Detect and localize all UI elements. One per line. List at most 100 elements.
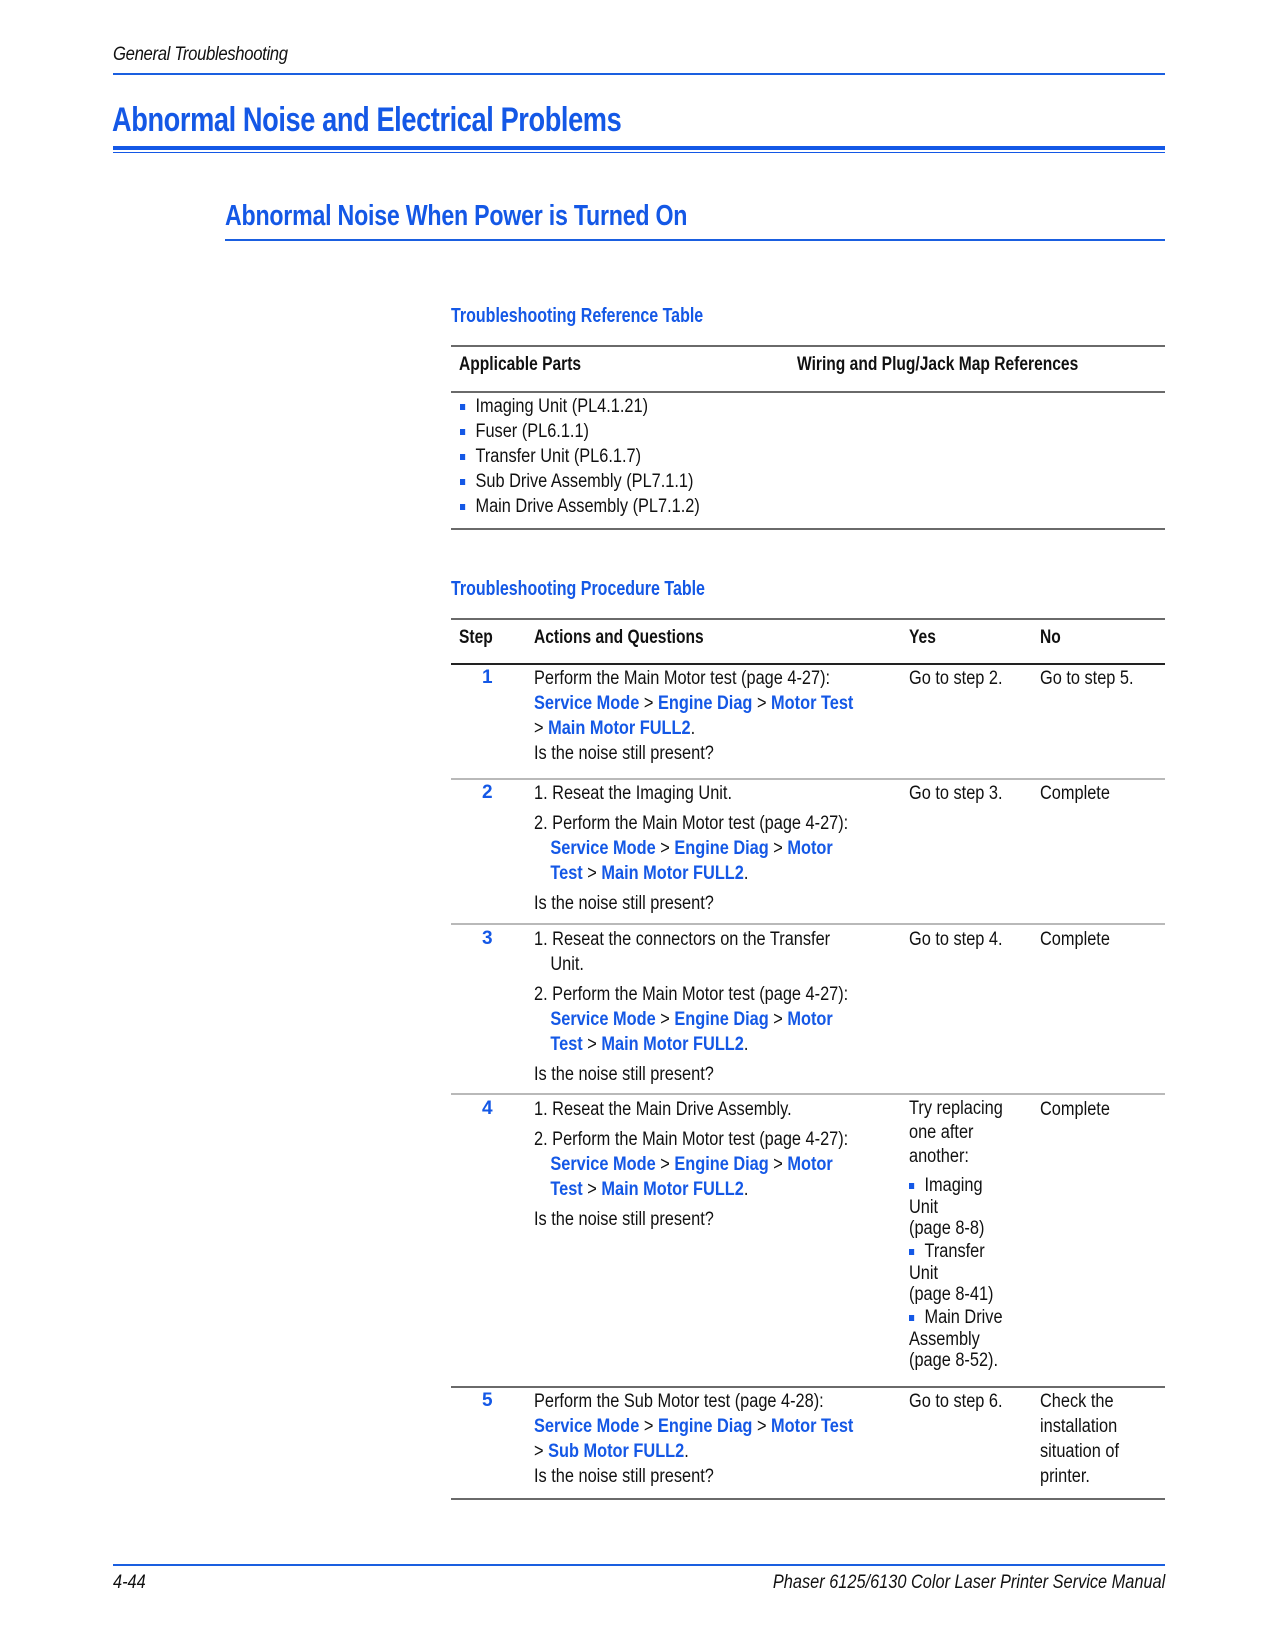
replace-item: Transfer xyxy=(909,1240,1003,1264)
menu-separator: > xyxy=(660,838,670,859)
action-text: 1. Reseat the connectors on the Transfer xyxy=(534,929,831,950)
list-item: Transfer Unit (PL6.1.7) xyxy=(460,444,700,469)
replace-item-text: Assembly xyxy=(909,1329,980,1350)
menu-path-cont: Test > Main Motor FULL2. xyxy=(534,861,848,886)
menu-separator: > xyxy=(643,1416,654,1437)
action-text: 1. Reseat the Main Drive Assembly. xyxy=(534,1099,792,1120)
menu-service-mode: Service Mode xyxy=(534,1416,640,1437)
row-divider xyxy=(451,923,1165,925)
menu-separator: > xyxy=(587,1179,597,1200)
yes-action: Go to step 2. xyxy=(909,668,1003,689)
procedure-table-bottom-rule xyxy=(451,1498,1165,1500)
footer-rule xyxy=(113,1564,1165,1566)
running-header: General Troubleshooting xyxy=(113,44,288,65)
reference-table-caption: Troubleshooting Reference Table xyxy=(451,305,704,327)
menu-separator: > xyxy=(660,1154,670,1175)
menu-separator: > xyxy=(773,1154,783,1175)
menu-path-cont: Test > Main Motor FULL2. xyxy=(534,1177,848,1202)
menu-engine-diag: Engine Diag xyxy=(674,1009,769,1030)
step-actions: Perform the Main Motor test (page 4-27):… xyxy=(534,666,853,766)
menu-engine-diag: Engine Diag xyxy=(674,1154,769,1175)
row-divider xyxy=(451,1093,1165,1095)
menu-path-cont: > Main Motor FULL2. xyxy=(534,716,853,741)
action-text: 2. Perform the Main Motor test (page 4-2… xyxy=(534,1129,849,1150)
part-label: Fuser (PL6.1.1) xyxy=(475,421,589,442)
period: . xyxy=(743,863,749,884)
yes-action: Try replacing one after another: Imaging… xyxy=(909,1097,1003,1372)
action-text-cont: Unit. xyxy=(550,954,584,975)
step-actions: Perform the Sub Motor test (page 4-28): … xyxy=(534,1389,853,1489)
reference-table-bottom-rule xyxy=(451,528,1165,530)
replace-item-page: (page 8-8) xyxy=(909,1218,985,1239)
menu-path-cont: > Sub Motor FULL2. xyxy=(534,1439,853,1464)
period: . xyxy=(743,1034,749,1055)
replace-item: Main Drive xyxy=(909,1306,1003,1330)
col-header-wiring-references: Wiring and Plug/Jack Map References xyxy=(797,354,1079,375)
no-action: Complete xyxy=(1040,783,1110,804)
no-text: Check the xyxy=(1040,1391,1114,1412)
list-item: Main Drive Assembly (PL7.1.2) xyxy=(460,494,700,519)
menu-main-motor-full2: Main Motor FULL2 xyxy=(601,1179,744,1200)
question-text: Is the noise still present? xyxy=(534,1466,714,1487)
menu-separator: > xyxy=(534,1441,544,1462)
action-text: Perform the Main Motor test (page 4-27): xyxy=(534,668,831,689)
col-header-applicable-parts: Applicable Parts xyxy=(459,354,582,375)
row-divider xyxy=(451,1386,1165,1388)
menu-separator: > xyxy=(773,838,783,859)
replace-item-page: (page 8-41) xyxy=(909,1284,994,1305)
part-label: Sub Drive Assembly (PL7.1.1) xyxy=(475,471,694,492)
list-item: Imaging Unit (PL4.1.21) xyxy=(460,394,700,419)
question-text: Is the noise still present? xyxy=(534,893,714,914)
menu-separator: > xyxy=(756,693,767,714)
procedure-table-top-rule xyxy=(451,618,1165,620)
step-actions: 1. Reseat the connectors on the Transfer… xyxy=(534,927,848,1087)
col-header-step: Step xyxy=(459,627,493,648)
applicable-parts-list: Imaging Unit (PL4.1.21) Fuser (PL6.1.1) … xyxy=(460,394,739,519)
yes-text: another: xyxy=(909,1146,969,1167)
menu-engine-diag: Engine Diag xyxy=(657,1416,753,1437)
menu-path: Service Mode > Engine Diag > Motor Test xyxy=(534,691,853,716)
no-action: Complete xyxy=(1040,929,1110,950)
title-rule xyxy=(113,146,1165,150)
yes-action: Go to step 6. xyxy=(909,1391,1003,1412)
step-actions: 1. Reseat the Imaging Unit. 2. Perform t… xyxy=(534,781,848,916)
no-text: printer. xyxy=(1040,1466,1090,1487)
reference-table-header-rule xyxy=(451,391,1165,393)
menu-main-motor-full2: Main Motor FULL2 xyxy=(601,1034,744,1055)
menu-test: Test xyxy=(550,1179,583,1200)
bullet-icon xyxy=(460,429,466,435)
menu-service-mode: Service Mode xyxy=(534,693,640,714)
menu-motor: Motor xyxy=(787,1154,833,1175)
menu-service-mode: Service Mode xyxy=(550,1009,656,1030)
page-title: Abnormal Noise and Electrical Problems xyxy=(112,101,622,139)
bullet-icon xyxy=(460,479,466,485)
menu-separator: > xyxy=(660,1009,670,1030)
step-number: 3 xyxy=(482,928,493,949)
section-rule xyxy=(225,239,1165,241)
step-actions: 1. Reseat the Main Drive Assembly. 2. Pe… xyxy=(534,1097,848,1232)
col-header-actions: Actions and Questions xyxy=(534,627,704,648)
step-number: 2 xyxy=(482,782,493,803)
bullet-icon xyxy=(909,1315,915,1321)
menu-motor: Motor xyxy=(787,1009,833,1030)
menu-motor-test: Motor Test xyxy=(771,693,854,714)
menu-service-mode: Service Mode xyxy=(550,1154,656,1175)
menu-motor-test: Motor Test xyxy=(771,1416,854,1437)
no-action: Check the installation situation of prin… xyxy=(1040,1389,1119,1489)
col-header-yes: Yes xyxy=(909,627,936,648)
replace-item-page: (page 8-52). xyxy=(909,1350,999,1371)
question-text: Is the noise still present? xyxy=(534,1209,714,1230)
menu-service-mode: Service Mode xyxy=(550,838,656,859)
menu-test: Test xyxy=(550,1034,583,1055)
yes-text: Try replacing xyxy=(909,1098,1003,1119)
bullet-icon xyxy=(460,504,466,510)
no-text: situation of xyxy=(1040,1441,1120,1462)
menu-separator: > xyxy=(773,1009,783,1030)
procedure-table-header-rule xyxy=(451,663,1165,665)
yes-action: Go to step 4. xyxy=(909,929,1003,950)
col-header-no: No xyxy=(1040,627,1061,648)
question-text: Is the noise still present? xyxy=(534,1064,714,1085)
no-action: Complete xyxy=(1040,1099,1110,1120)
step-number: 1 xyxy=(482,667,493,688)
period: . xyxy=(743,1179,749,1200)
